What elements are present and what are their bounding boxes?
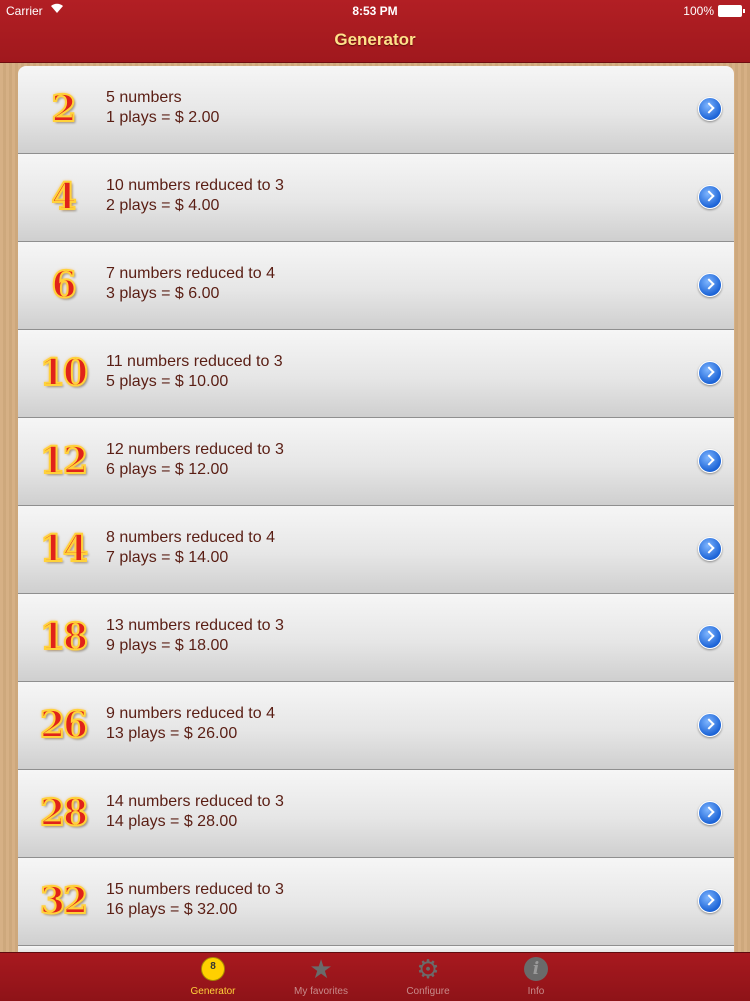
item-title: 11 numbers reduced to 3: [106, 353, 283, 370]
item-title: 5 numbers: [106, 89, 182, 106]
number-badge: 28: [39, 791, 89, 835]
item-title: 9 numbers reduced to 4: [106, 705, 275, 722]
tab-info[interactable]: i Info: [481, 953, 591, 1001]
top-bar: Carrier 8:53 PM 100% Generator: [0, 0, 750, 63]
status-time: 8:53 PM: [352, 4, 398, 18]
info-icon: i: [524, 957, 548, 981]
battery-icon: [718, 5, 745, 17]
status-bar: Carrier 8:53 PM 100%: [0, 0, 750, 22]
tab-label: My favorites: [294, 986, 348, 997]
item-subtitle: 13 plays = $ 26.00: [106, 725, 238, 742]
list-item[interactable]: 28 14 numbers reduced to 3 14 plays = $ …: [18, 770, 734, 858]
number-badge: 2: [50, 87, 77, 131]
number-badge: 18: [39, 615, 89, 659]
item-title: 14 numbers reduced to 3: [106, 793, 284, 810]
number-badge: 4: [50, 175, 77, 219]
gear-icon: ⚙: [416, 954, 440, 984]
tab-my-favorites[interactable]: ★ My favorites: [266, 953, 376, 1001]
number-badge: 10: [39, 351, 89, 395]
item-subtitle: 9 plays = $ 18.00: [106, 637, 229, 654]
list-item[interactable]: 18 13 numbers reduced to 3 9 plays = $ 1…: [18, 594, 734, 682]
tab-label: Info: [527, 986, 545, 997]
list-item[interactable]: 4 10 numbers reduced to 3 2 plays = $ 4.…: [18, 154, 734, 242]
disclosure-arrow-icon[interactable]: [698, 713, 722, 737]
item-title: 7 numbers reduced to 4: [106, 265, 275, 282]
disclosure-arrow-icon[interactable]: [698, 625, 722, 649]
page-title: Generator: [334, 30, 416, 49]
tab-label: Generator: [190, 986, 236, 997]
item-subtitle: 7 plays = $ 14.00: [106, 549, 229, 566]
list-item[interactable]: 2 5 numbers 1 plays = $ 2.00: [18, 66, 734, 154]
list-item[interactable]: 32 15 numbers reduced to 3 16 plays = $ …: [18, 858, 734, 946]
tab-configure[interactable]: ⚙ Configure: [373, 953, 483, 1001]
eight-ball-icon: [201, 957, 225, 981]
list-item[interactable]: 14 8 numbers reduced to 4 7 plays = $ 14…: [18, 506, 734, 594]
disclosure-arrow-icon[interactable]: [698, 185, 722, 209]
tab-bar: Generator ★ My favorites ⚙ Configure i I…: [0, 952, 750, 1001]
list-item[interactable]: 12 12 numbers reduced to 3 6 plays = $ 1…: [18, 418, 734, 506]
disclosure-arrow-icon[interactable]: [698, 273, 722, 297]
disclosure-arrow-icon[interactable]: [698, 361, 722, 385]
tab-generator[interactable]: Generator: [158, 953, 268, 1001]
list-item[interactable]: 6 7 numbers reduced to 4 3 plays = $ 6.0…: [18, 242, 734, 330]
content-area[interactable]: 2 5 numbers 1 plays = $ 2.00 4 10 number…: [0, 63, 750, 956]
item-subtitle: 3 plays = $ 6.00: [106, 285, 220, 302]
item-subtitle: 1 plays = $ 2.00: [106, 109, 220, 126]
tab-label: Configure: [406, 986, 450, 997]
disclosure-arrow-icon[interactable]: [698, 449, 722, 473]
number-badge: 32: [39, 879, 89, 923]
battery-percent: 100%: [683, 4, 714, 18]
item-subtitle: 14 plays = $ 28.00: [106, 813, 238, 830]
number-badge: 26: [39, 703, 89, 747]
number-badge: 12: [39, 439, 89, 483]
item-title: 13 numbers reduced to 3: [106, 617, 284, 634]
item-title: 10 numbers reduced to 3: [106, 177, 284, 194]
list-item[interactable]: 10 11 numbers reduced to 3 5 plays = $ 1…: [18, 330, 734, 418]
list-item[interactable]: 26 9 numbers reduced to 4 13 plays = $ 2…: [18, 682, 734, 770]
disclosure-arrow-icon[interactable]: [698, 801, 722, 825]
star-icon: ★: [309, 954, 333, 984]
number-badge: 6: [50, 263, 77, 307]
disclosure-arrow-icon[interactable]: [698, 537, 722, 561]
disclosure-arrow-icon[interactable]: [698, 889, 722, 913]
disclosure-arrow-icon[interactable]: [698, 97, 722, 121]
item-title: 8 numbers reduced to 4: [106, 529, 275, 546]
item-subtitle: 2 plays = $ 4.00: [106, 197, 220, 214]
item-subtitle: 5 plays = $ 10.00: [106, 373, 229, 390]
item-title: 15 numbers reduced to 3: [106, 881, 284, 898]
generator-list: 2 5 numbers 1 plays = $ 2.00 4 10 number…: [18, 66, 734, 956]
number-badge: 14: [39, 527, 89, 571]
item-title: 12 numbers reduced to 3: [106, 441, 284, 458]
item-subtitle: 6 plays = $ 12.00: [106, 461, 229, 478]
item-subtitle: 16 plays = $ 32.00: [106, 901, 238, 918]
